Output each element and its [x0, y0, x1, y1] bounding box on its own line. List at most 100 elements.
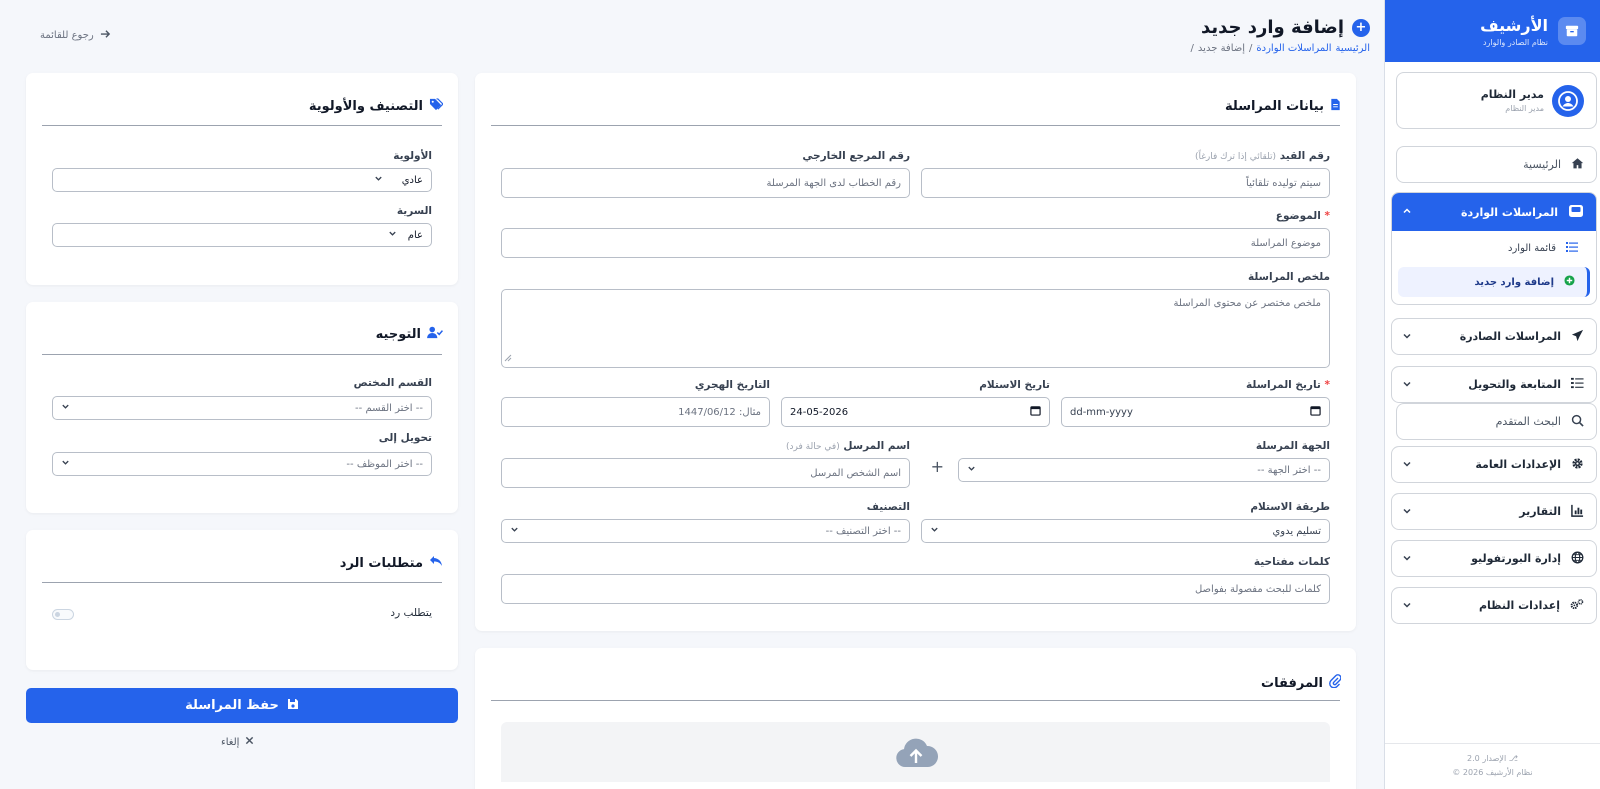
chevron-down-icon — [1402, 506, 1412, 519]
forward-to-value: -- اختر الموظف -- — [346, 458, 423, 470]
copyright-text: © 2026 نظام الأرشيف — [1452, 768, 1533, 777]
doc-date-value: dd-mm-yyyy — [1070, 406, 1133, 418]
nav-label-incoming-list: قائمة الوارد — [1508, 242, 1556, 254]
ext-ref-label: رقم المرجع الخارجي — [802, 150, 910, 162]
secrecy-label: السرية — [396, 205, 432, 217]
classification-value: -- اختر التصنيف -- — [825, 525, 901, 537]
divider — [42, 582, 442, 583]
back-to-list-link[interactable]: رجوع للقائمة — [40, 29, 111, 42]
app-subtitle: نظام الصادر والوارد — [1482, 37, 1548, 47]
recv-date-input[interactable]: 24-05-2026 — [781, 397, 1050, 427]
reg-label-text: رقم القيد — [1279, 150, 1330, 162]
file-dropzone[interactable] — [501, 722, 1330, 782]
nav-item-home[interactable]: الرئيسية — [1396, 146, 1597, 183]
hijri-placeholder: مثال: 1447/06/12 — [678, 406, 761, 418]
reply-title-text: متطلبات الرد — [339, 555, 423, 571]
subject-label-text: الموضوع — [1275, 210, 1321, 222]
doc-date-label: تاريخ المراسلة * — [1246, 379, 1330, 391]
calendar-icon[interactable] — [1310, 405, 1321, 419]
breadcrumb-incoming[interactable]: المراسلات الواردة — [1256, 43, 1331, 54]
nav-item-system-settings[interactable]: إعدادات النظام — [1391, 587, 1597, 624]
ext-ref-input[interactable]: رقم الخطاب لدى الجهة المرسلة — [501, 168, 910, 198]
priority-value: عادي — [401, 174, 423, 186]
nav-subitem-incoming-add[interactable]: إضافة وارد جديد — [1398, 267, 1590, 297]
classification-priority-card: التصنيف والأولوية الأولوية عادي السرية ع… — [26, 73, 458, 285]
home-icon — [1571, 157, 1584, 173]
nav-label-system-settings: إعدادات النظام — [1478, 599, 1560, 612]
secrecy-select[interactable]: عام — [52, 223, 432, 247]
sender-org-value: -- اختر الجهة -- — [1257, 464, 1321, 476]
nav-item-reports[interactable]: التقارير — [1391, 493, 1597, 530]
reply-card-title: متطلبات الرد — [340, 555, 443, 571]
classification-select[interactable]: -- اختر التصنيف -- — [501, 519, 910, 543]
version-text: الإصدار 2.0 — [1467, 754, 1507, 763]
breadcrumb-current: إضافة جديد — [1197, 43, 1246, 54]
needs-reply-toggle[interactable] — [52, 609, 74, 620]
correspondence-data-card: بيانات المراسلة رقم القيد (تلقائي إذا تر… — [475, 73, 1356, 631]
receipt-method-select[interactable]: تسليم يدوي — [921, 519, 1330, 543]
card-title-text: بيانات المراسلة — [1225, 99, 1324, 114]
forward-to-select[interactable]: -- اختر الموظف -- — [52, 452, 432, 476]
user-profile-card[interactable]: مدير النظام مدير النظام — [1396, 72, 1597, 129]
cloud-upload-icon — [894, 737, 938, 782]
required-marker: * — [1324, 210, 1331, 222]
add-sender-org-button[interactable]: + — [931, 457, 944, 476]
ext-placeholder: رقم الخطاب لدى الجهة المرسلة — [766, 177, 901, 189]
chevron-down-icon — [1402, 459, 1412, 472]
divider — [491, 700, 1340, 701]
subject-label: الموضوع * — [1276, 210, 1330, 222]
breadcrumb-separator: / — [1249, 43, 1253, 54]
cancel-label: إلغاء — [221, 736, 240, 748]
keywords-input[interactable]: كلمات للبحث مفصولة بفواصل — [501, 574, 1330, 604]
reply-requirements-card: متطلبات الرد يتطلب رد — [26, 530, 458, 670]
summary-label: ملخص المراسلة — [1247, 271, 1330, 283]
breadcrumb-home[interactable]: الرئيسية — [1336, 43, 1370, 54]
nav-item-incoming[interactable]: المراسلات الواردة — [1392, 193, 1596, 231]
subject-input[interactable]: موضوع المراسلة — [501, 228, 1330, 258]
sender-name-input[interactable]: اسم الشخص المرسل — [501, 458, 910, 488]
nav-subitem-incoming-list[interactable]: قائمة الوارد — [1398, 233, 1590, 263]
chevron-down-icon — [388, 229, 397, 241]
reg-number-input[interactable]: سيتم توليده تلقائياً — [921, 168, 1330, 198]
hijri-date-input[interactable]: مثال: 1447/06/12 — [501, 397, 770, 427]
save-button[interactable]: حفظ المراسلة — [26, 688, 458, 723]
nav-item-general-settings[interactable]: الإعدادات العامة — [1391, 446, 1597, 483]
sidebar: الأرشيف نظام الصادر والوارد مدير النظام … — [1384, 0, 1600, 789]
chevron-down-icon — [1402, 331, 1412, 344]
nav-item-search[interactable]: البحث المتقدم — [1396, 403, 1597, 440]
list-check-icon — [1571, 377, 1584, 392]
globe-icon — [1571, 551, 1584, 567]
nav-label-portfolio: إدارة البورتفوليو — [1471, 552, 1561, 565]
summary-textarea[interactable]: ملخص مختصر عن محتوى المراسلة — [501, 289, 1330, 368]
department-select[interactable]: -- اختر القسم -- — [52, 396, 432, 420]
classification-title-text: التصنيف والأولوية — [308, 99, 423, 114]
sender-name-placeholder: اسم الشخص المرسل — [810, 467, 901, 479]
receipt-method-value: تسليم يدوي — [1272, 525, 1321, 537]
chart-icon — [1571, 504, 1584, 520]
paperclip-icon — [1329, 674, 1342, 692]
doc-date-label-text: تاريخ المراسلة — [1246, 379, 1321, 391]
nav-label-search: البحث المتقدم — [1495, 415, 1561, 428]
sender-org-select[interactable]: -- اختر الجهة -- — [958, 458, 1330, 482]
close-icon — [245, 736, 254, 748]
doc-date-input[interactable]: dd-mm-yyyy — [1061, 397, 1330, 427]
nav-item-outgoing[interactable]: المراسلات الصادرة — [1391, 318, 1597, 355]
needs-reply-label: يتطلب رد — [390, 607, 432, 619]
nav-item-followup[interactable]: المتابعة والتحويل — [1391, 366, 1597, 403]
keywords-label: كلمات مفتاحية — [1253, 556, 1330, 568]
recv-date-label: تاريخ الاستلام — [979, 379, 1050, 391]
arrow-right-icon — [100, 29, 111, 42]
routing-card-title: التوجيه — [376, 326, 443, 343]
calendar-icon[interactable] — [1030, 405, 1041, 419]
nav-label-general-settings: الإعدادات العامة — [1475, 458, 1561, 471]
cancel-button[interactable]: إلغاء — [221, 736, 254, 748]
priority-select[interactable]: عادي — [52, 168, 432, 192]
user-check-icon — [427, 326, 443, 343]
app-title: الأرشيف — [1480, 15, 1548, 35]
tags-icon — [429, 98, 444, 115]
resize-handle-icon[interactable] — [504, 354, 512, 365]
forward-to-label: تحويل إلى — [378, 432, 432, 444]
brand-header[interactable]: الأرشيف نظام الصادر والوارد — [1385, 0, 1600, 62]
nav-item-portfolio[interactable]: إدارة البورتفوليو — [1391, 540, 1597, 577]
nav-label-outgoing: المراسلات الصادرة — [1459, 330, 1561, 343]
